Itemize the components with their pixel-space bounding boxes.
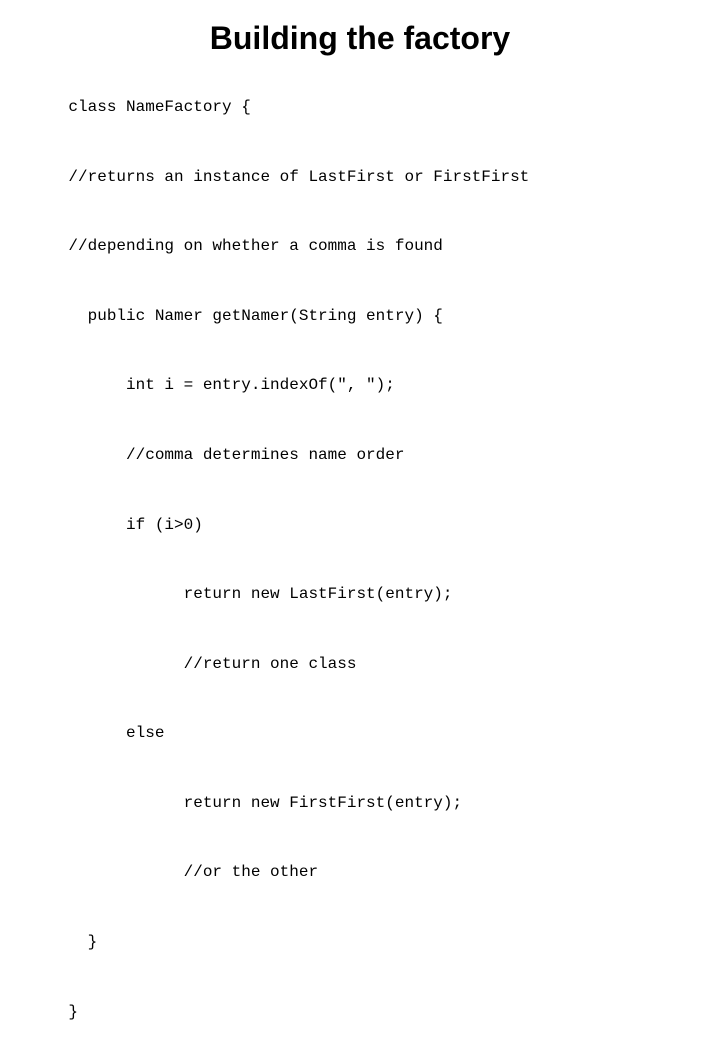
code-line-7: if (i>0) [68, 516, 202, 534]
code-line-5: int i = entry.indexOf(", "); [68, 376, 394, 394]
code-line-8: return new LastFirst(entry); [68, 585, 452, 603]
code-line-12: //or the other [68, 863, 318, 881]
code-line-11: return new FirstFirst(entry); [68, 794, 462, 812]
code-line-9: //return one class [68, 655, 356, 673]
code-line-1: class NameFactory { [68, 98, 250, 116]
code-line-6: //comma determines name order [68, 446, 404, 464]
page-container: Building the factory class NameFactory {… [0, 0, 720, 540]
code-line-10: else [68, 724, 164, 742]
code-line-2: //returns an instance of LastFirst or Fi… [68, 168, 529, 186]
code-line-4: public Namer getNamer(String entry) { [68, 307, 442, 325]
page-title: Building the factory [210, 20, 510, 57]
code-block: class NameFactory { //returns an instanc… [20, 73, 700, 1047]
code-line-14: } [68, 1003, 78, 1021]
code-line-13: } [68, 933, 97, 951]
code-line-3: //depending on whether a comma is found [68, 237, 442, 255]
